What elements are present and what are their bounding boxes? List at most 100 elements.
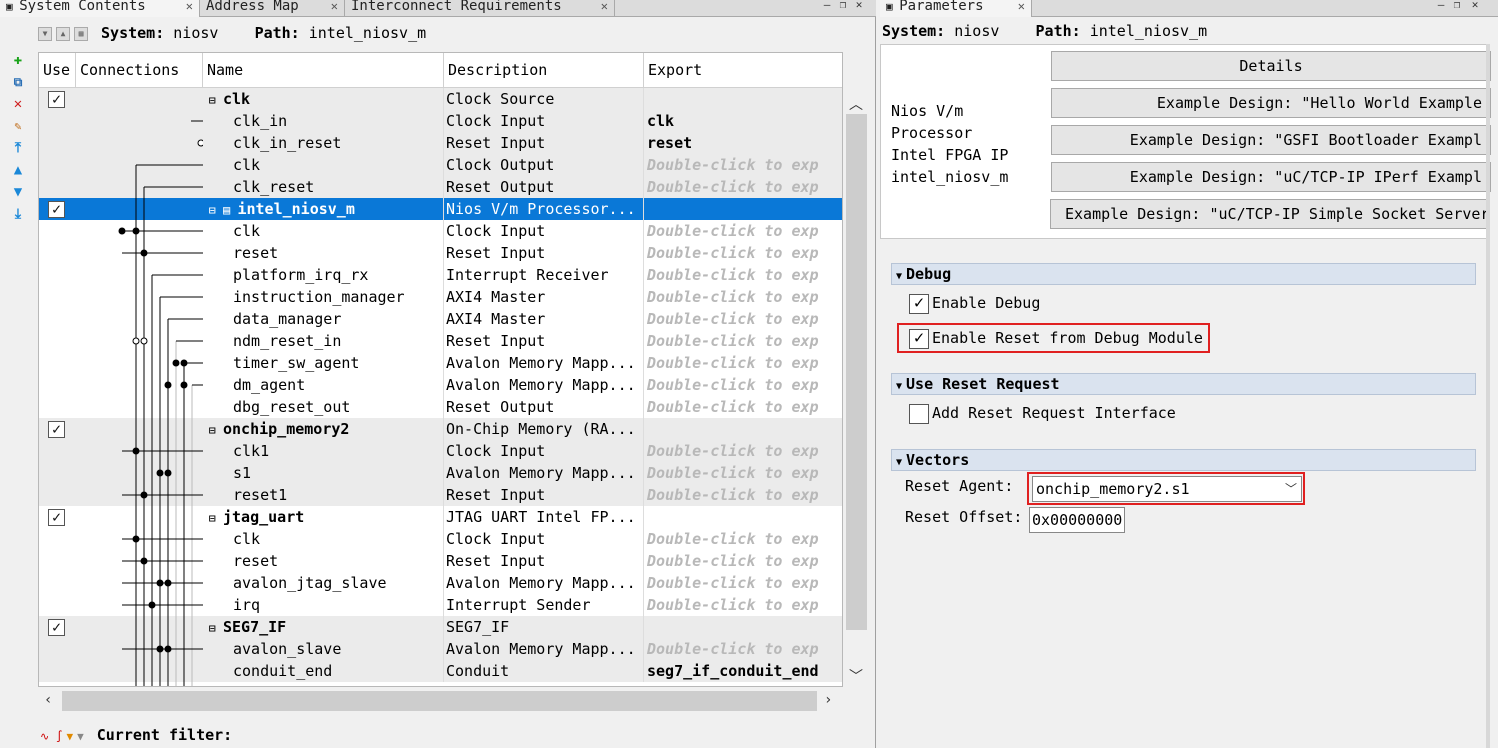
vertical-scroll-thumb[interactable] <box>846 114 867 630</box>
export-cell[interactable]: Double-click to exp <box>644 594 842 616</box>
export-cell[interactable]: Double-click to exp <box>644 396 842 418</box>
reset-request-section-header[interactable]: ▼ Use Reset Request <box>891 373 1476 395</box>
connection-dot <box>132 227 140 235</box>
minimize-icon[interactable]: — <box>1434 0 1448 12</box>
maximize-icon[interactable]: ❐ <box>836 0 850 12</box>
col-description[interactable]: Description <box>444 53 644 88</box>
export-cell[interactable] <box>644 616 842 638</box>
export-cell[interactable]: Double-click to exp <box>644 154 842 176</box>
col-use[interactable]: Use <box>39 53 76 88</box>
parameters-icon: ▣ <box>886 0 900 13</box>
tab-parameters[interactable]: ▣ Parameters ✕ <box>880 0 1032 17</box>
close-panel-icon[interactable]: ✕ <box>852 0 866 12</box>
name-cell: platform_irq_rx <box>203 264 444 286</box>
collapse-toggle-icon[interactable]: ⊟ <box>209 420 219 440</box>
collapse-toggle-icon[interactable]: ⊟ <box>209 618 219 638</box>
export-cell[interactable]: Double-click to exp <box>644 330 842 352</box>
add-reset-request-checkbox[interactable]: Add Reset Request Interface <box>909 402 1176 424</box>
description-cell: JTAG UART Intel FP... <box>444 506 644 528</box>
scroll-left-icon[interactable]: ‹ <box>44 692 52 708</box>
export-cell[interactable]: Double-click to exp <box>644 440 842 462</box>
export-cell[interactable] <box>644 198 842 220</box>
collapse-toggle-icon[interactable]: ⊟ <box>209 200 219 220</box>
export-cell[interactable]: reset <box>644 132 842 154</box>
filter-toggle-icon[interactable]: ∿ ∫ <box>40 726 62 748</box>
collapse-icon[interactable]: ▼ <box>38 26 52 41</box>
close-icon[interactable]: ✕ <box>1018 0 1025 12</box>
export-cell[interactable]: Double-click to exp <box>644 264 842 286</box>
maximize-icon[interactable]: ❐ <box>1450 0 1464 12</box>
col-export[interactable]: Export <box>644 53 842 88</box>
export-cell[interactable] <box>644 418 842 440</box>
edit-icon[interactable]: ✎ <box>10 118 26 134</box>
export-cell[interactable] <box>644 88 842 110</box>
export-cell[interactable]: Double-click to exp <box>644 242 842 264</box>
tab-interconnect-requirements[interactable]: Interconnect Requirements ✕ <box>345 0 615 17</box>
move-top-icon[interactable]: ⤒ <box>10 140 26 156</box>
export-cell[interactable]: Double-click to exp <box>644 484 842 506</box>
close-icon[interactable]: ✕ <box>331 0 338 12</box>
connections-graph[interactable] <box>76 88 203 687</box>
remove-icon[interactable]: ✕ <box>10 96 26 112</box>
col-connections[interactable]: Connections <box>76 53 203 88</box>
right-scrollbar[interactable] <box>1486 44 1490 748</box>
tab-system-contents[interactable]: ▣ System Contents ✕ <box>0 0 200 17</box>
reset-agent-select[interactable]: onchip_memory2.s1 ﹀ <box>1032 476 1302 502</box>
close-icon[interactable]: ✕ <box>601 0 608 12</box>
minimize-icon[interactable]: — <box>820 0 834 12</box>
details-button[interactable]: Details <box>1051 51 1491 81</box>
use-checkbox[interactable]: ✓ <box>48 509 65 526</box>
collapse-toggle-icon[interactable]: ⊟ <box>209 508 219 528</box>
export-cell[interactable]: Double-click to exp <box>644 528 842 550</box>
example-gsfi-bootloader-button[interactable]: Example Design: "GSFI Bootloader Exampl <box>1051 125 1491 155</box>
debug-section-header[interactable]: ▼ Debug <box>891 263 1476 285</box>
example-iperf-button[interactable]: Example Design: "uC/TCP-IP IPerf Exampl <box>1051 162 1491 192</box>
export-cell[interactable]: Double-click to exp <box>644 352 842 374</box>
export-cell[interactable]: Double-click to exp <box>644 572 842 594</box>
col-name[interactable]: Name <box>203 53 444 88</box>
export-cell[interactable] <box>644 506 842 528</box>
hierarchy-icon[interactable]: ▦ <box>74 26 88 41</box>
scroll-right-icon[interactable]: › <box>824 692 832 708</box>
scroll-up-icon[interactable]: ︿ <box>849 94 863 114</box>
use-checkbox[interactable]: ✓ <box>48 421 65 438</box>
connection-dot <box>140 249 148 257</box>
move-bottom-icon[interactable]: ⤓ <box>10 206 26 222</box>
export-cell[interactable]: Double-click to exp <box>644 638 842 660</box>
export-cell[interactable]: Double-click to exp <box>644 462 842 484</box>
move-up-icon[interactable]: ▲ <box>10 162 26 178</box>
horizontal-scroll-thumb[interactable] <box>62 691 817 711</box>
export-cell[interactable]: Double-click to exp <box>644 220 842 242</box>
close-panel-icon[interactable]: ✕ <box>1468 0 1482 12</box>
collapse-toggle-icon[interactable]: ⊟ <box>209 90 219 110</box>
export-cell[interactable]: Double-click to exp <box>644 550 842 572</box>
export-cell[interactable]: Double-click to exp <box>644 374 842 396</box>
reset-offset-label: Reset Offset: <box>905 508 1023 526</box>
filter-icon[interactable]: ▼ <box>66 726 73 748</box>
export-cell[interactable]: seg7_if_conduit_end <box>644 660 842 682</box>
use-cell <box>39 440 76 462</box>
add-icon[interactable]: ✚ <box>10 52 26 68</box>
reset-offset-input[interactable]: 0x00000000 <box>1029 507 1125 533</box>
export-cell[interactable]: clk <box>644 110 842 132</box>
export-cell[interactable]: Double-click to exp <box>644 286 842 308</box>
clear-filter-icon[interactable]: ▼ <box>77 726 84 748</box>
use-checkbox[interactable]: ✓ <box>48 201 65 218</box>
add-component-icon[interactable]: ⧉ <box>10 74 26 90</box>
close-icon[interactable]: ✕ <box>186 0 193 12</box>
enable-reset-debug-checkbox[interactable]: ✓ Enable Reset from Debug Module <box>909 327 1203 349</box>
use-checkbox[interactable]: ✓ <box>48 91 65 108</box>
export-cell[interactable]: Double-click to exp <box>644 308 842 330</box>
scroll-down-icon[interactable]: ﹀ <box>849 666 863 686</box>
use-checkbox[interactable]: ✓ <box>48 619 65 636</box>
example-hello-world-button[interactable]: Example Design: "Hello World Example <box>1051 88 1491 118</box>
description-cell: Reset Input <box>444 484 644 506</box>
export-cell[interactable]: Double-click to exp <box>644 176 842 198</box>
name-cell: ⊟ clk <box>203 88 444 110</box>
enable-debug-checkbox[interactable]: ✓ Enable Debug <box>909 292 1040 314</box>
move-down-icon[interactable]: ▼ <box>10 184 26 200</box>
example-simple-socket-button[interactable]: Example Design: "uC/TCP-IP Simple Socket… <box>1050 199 1490 229</box>
tab-address-map[interactable]: Address Map ✕ <box>200 0 345 17</box>
vectors-section-header[interactable]: ▼ Vectors <box>891 449 1476 471</box>
expand-icon[interactable]: ▲ <box>56 26 70 41</box>
